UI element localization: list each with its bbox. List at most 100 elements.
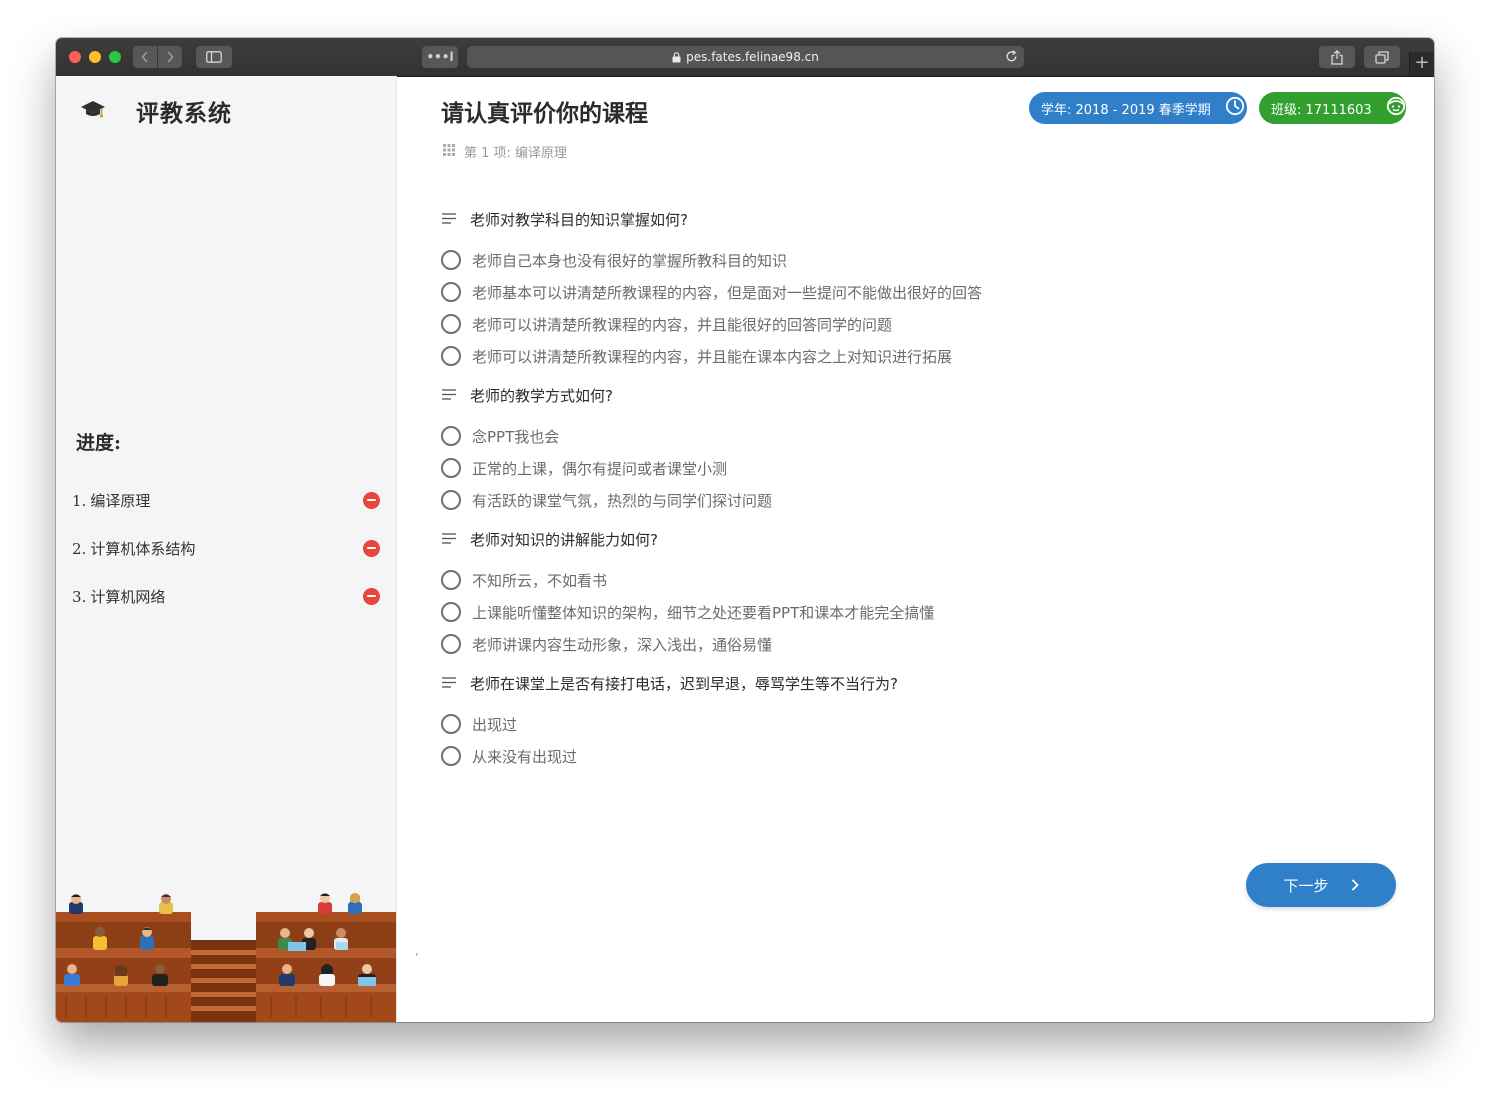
option-label[interactable]: 有活跃的课堂气氛，热烈的与同学们探讨问题 — [472, 490, 772, 511]
answer-option[interactable]: 正常的上课，偶尔有提问或者课堂小测 — [441, 452, 1391, 484]
sidebar-icon — [206, 51, 222, 63]
answer-option[interactable]: 上课能听懂整体知识的架构，细节之处还要看PPT和课本才能完全搞懂 — [441, 596, 1391, 628]
minus-circle-icon — [363, 491, 380, 509]
classroom-illustration — [56, 893, 396, 1022]
tab-overview-button[interactable]: •••l — [422, 46, 458, 68]
chevron-right-icon — [1351, 879, 1359, 891]
option-label[interactable]: 念PPT我也会 — [472, 426, 559, 447]
close-window-button[interactable] — [69, 51, 81, 63]
new-tab-button[interactable]: + — [1409, 52, 1434, 76]
page-title: 请认真评价你的课程 — [441, 100, 648, 127]
term-badge: 学年: 2018 - 2019 春季学期 — [1029, 92, 1247, 124]
reload-icon[interactable] — [1005, 50, 1018, 66]
menu-lines-icon — [442, 530, 456, 548]
address-bar[interactable]: pes.fates.felinae98.cn — [467, 46, 1024, 68]
radio-button[interactable] — [441, 602, 461, 622]
minus-circle-icon — [363, 539, 380, 557]
answer-option[interactable]: 老师基本可以讲清楚所教课程的内容，但是面对一些提问不能做出很好的回答 — [441, 276, 1391, 308]
option-label[interactable]: 不知所云，不如看书 — [472, 570, 607, 591]
minus-circle-icon — [363, 587, 380, 605]
next-step-button[interactable]: 下一步 — [1246, 863, 1396, 907]
sidebar-toggle-button[interactable] — [196, 46, 232, 68]
option-label[interactable]: 老师讲课内容生动形象，深入浅出，通俗易懂 — [472, 634, 772, 655]
minimize-window-button[interactable] — [89, 51, 101, 63]
menu-lines-icon — [442, 210, 456, 228]
grid-icon — [443, 143, 455, 160]
progress-item-text: 3. 计算机网络 — [72, 586, 165, 607]
progress-title: 进度: — [76, 432, 122, 454]
option-label[interactable]: 老师可以讲清楚所教课程的内容，并且能在课本内容之上对知识进行拓展 — [472, 346, 952, 367]
share-button[interactable] — [1319, 46, 1355, 68]
back-button[interactable] — [133, 46, 157, 68]
stray-mark: ʳ — [416, 952, 419, 962]
radio-button[interactable] — [441, 746, 461, 766]
lock-icon — [672, 51, 681, 63]
answer-option[interactable]: 念PPT我也会 — [441, 420, 1391, 452]
answer-option[interactable]: 老师讲课内容生动形象，深入浅出，通俗易懂 — [441, 628, 1391, 660]
radio-button[interactable] — [441, 250, 461, 270]
progress-item-label: 计算机网络 — [90, 587, 166, 606]
radio-button[interactable] — [441, 426, 461, 446]
menu-lines-icon — [442, 674, 456, 692]
menu-lines-icon — [442, 386, 456, 404]
option-label[interactable]: 正常的上课，偶尔有提问或者课堂小测 — [472, 458, 727, 479]
answer-option[interactable]: 老师可以讲清楚所教课程的内容，并且能很好的回答同学的问题 — [441, 308, 1391, 340]
answer-option[interactable]: 老师自己本身也没有很好的掌握所教科目的知识 — [441, 244, 1391, 276]
radio-button[interactable] — [441, 458, 461, 478]
tabs-icon — [1375, 50, 1389, 64]
graduation-cap-icon — [80, 98, 106, 124]
clock-icon — [1225, 96, 1245, 120]
question-title: 老师对知识的讲解能力如何? — [441, 524, 1391, 554]
question-title: 老师的教学方式如何? — [441, 380, 1391, 410]
progress-item-text: 1. 编译原理 — [72, 490, 150, 511]
sidebar: 评教系统 进度: 1. 编译原理 2. 计算机体系结构 3. 计算机网络 — [56, 76, 397, 1022]
radio-button[interactable] — [441, 346, 461, 366]
smiley-face-icon — [1386, 96, 1406, 120]
radio-button[interactable] — [441, 570, 461, 590]
answer-option[interactable]: 有活跃的课堂气氛，热烈的与同学们探讨问题 — [441, 484, 1391, 516]
breadcrumb: 第 1 项: 编译原理 — [443, 142, 567, 161]
question-title-text: 老师在课堂上是否有接打电话，迟到早退，辱骂学生等不当行为? — [470, 674, 898, 693]
radio-button[interactable] — [441, 282, 461, 302]
question-1: 老师对教学科目的知识掌握如何? 老师自己本身也没有很好的掌握所教科目的知识 老师… — [441, 204, 1391, 372]
option-label[interactable]: 老师可以讲清楚所教课程的内容，并且能很好的回答同学的问题 — [472, 314, 892, 335]
term-badge-text: 学年: 2018 - 2019 春季学期 — [1041, 102, 1211, 118]
tabs-button[interactable] — [1364, 46, 1400, 68]
share-icon — [1331, 49, 1343, 65]
answer-option[interactable]: 出现过 — [441, 708, 1391, 740]
class-badge: 班级: 17111603 — [1259, 92, 1406, 124]
brand-title: 评教系统 — [136, 100, 232, 127]
radio-button[interactable] — [441, 314, 461, 334]
answer-option[interactable]: 从来没有出现过 — [441, 740, 1391, 772]
option-label[interactable]: 出现过 — [472, 714, 517, 735]
zoom-window-button[interactable] — [109, 51, 121, 63]
breadcrumb-text: 第 1 项: 编译原理 — [464, 146, 568, 161]
question-title-text: 老师对教学科目的知识掌握如何? — [470, 210, 688, 229]
progress-item-1[interactable]: 1. 编译原理 — [72, 476, 382, 524]
progress-item-index: 2. — [72, 539, 87, 558]
chevron-right-icon — [167, 51, 174, 63]
radio-button[interactable] — [441, 490, 461, 510]
option-label[interactable]: 上课能听懂整体知识的架构，细节之处还要看PPT和课本才能完全搞懂 — [472, 602, 934, 623]
answer-option[interactable]: 老师可以讲清楚所教课程的内容，并且能在课本内容之上对知识进行拓展 — [441, 340, 1391, 372]
radio-button[interactable] — [441, 714, 461, 734]
question-title: 老师对教学科目的知识掌握如何? — [441, 204, 1391, 234]
option-label[interactable]: 从来没有出现过 — [472, 746, 577, 767]
forward-button[interactable] — [158, 46, 182, 68]
progress-item-label: 计算机体系结构 — [90, 539, 196, 558]
progress-item-2[interactable]: 2. 计算机体系结构 — [72, 524, 382, 572]
progress-item-3[interactable]: 3. 计算机网络 — [72, 572, 382, 620]
progress-item-text: 2. 计算机体系结构 — [72, 538, 195, 559]
progress-item-index: 3. — [72, 587, 87, 606]
answer-option[interactable]: 不知所云，不如看书 — [441, 564, 1391, 596]
tab-overview-label: •••l — [426, 50, 454, 64]
option-label[interactable]: 老师基本可以讲清楚所教课程的内容，但是面对一些提问不能做出很好的回答 — [472, 282, 982, 303]
question-4: 老师在课堂上是否有接打电话，迟到早退，辱骂学生等不当行为? 出现过 从来没有出现… — [441, 668, 1391, 772]
url-text: pes.fates.felinae98.cn — [686, 50, 819, 64]
question-title-text: 老师对知识的讲解能力如何? — [470, 530, 658, 549]
class-badge-text: 班级: 17111603 — [1271, 102, 1372, 118]
progress-item-label: 编译原理 — [90, 491, 151, 510]
radio-button[interactable] — [441, 634, 461, 654]
browser-toolbar: •••l pes.fates.felinae98.cn + — [56, 38, 1434, 77]
option-label[interactable]: 老师自己本身也没有很好的掌握所教科目的知识 — [472, 250, 787, 271]
